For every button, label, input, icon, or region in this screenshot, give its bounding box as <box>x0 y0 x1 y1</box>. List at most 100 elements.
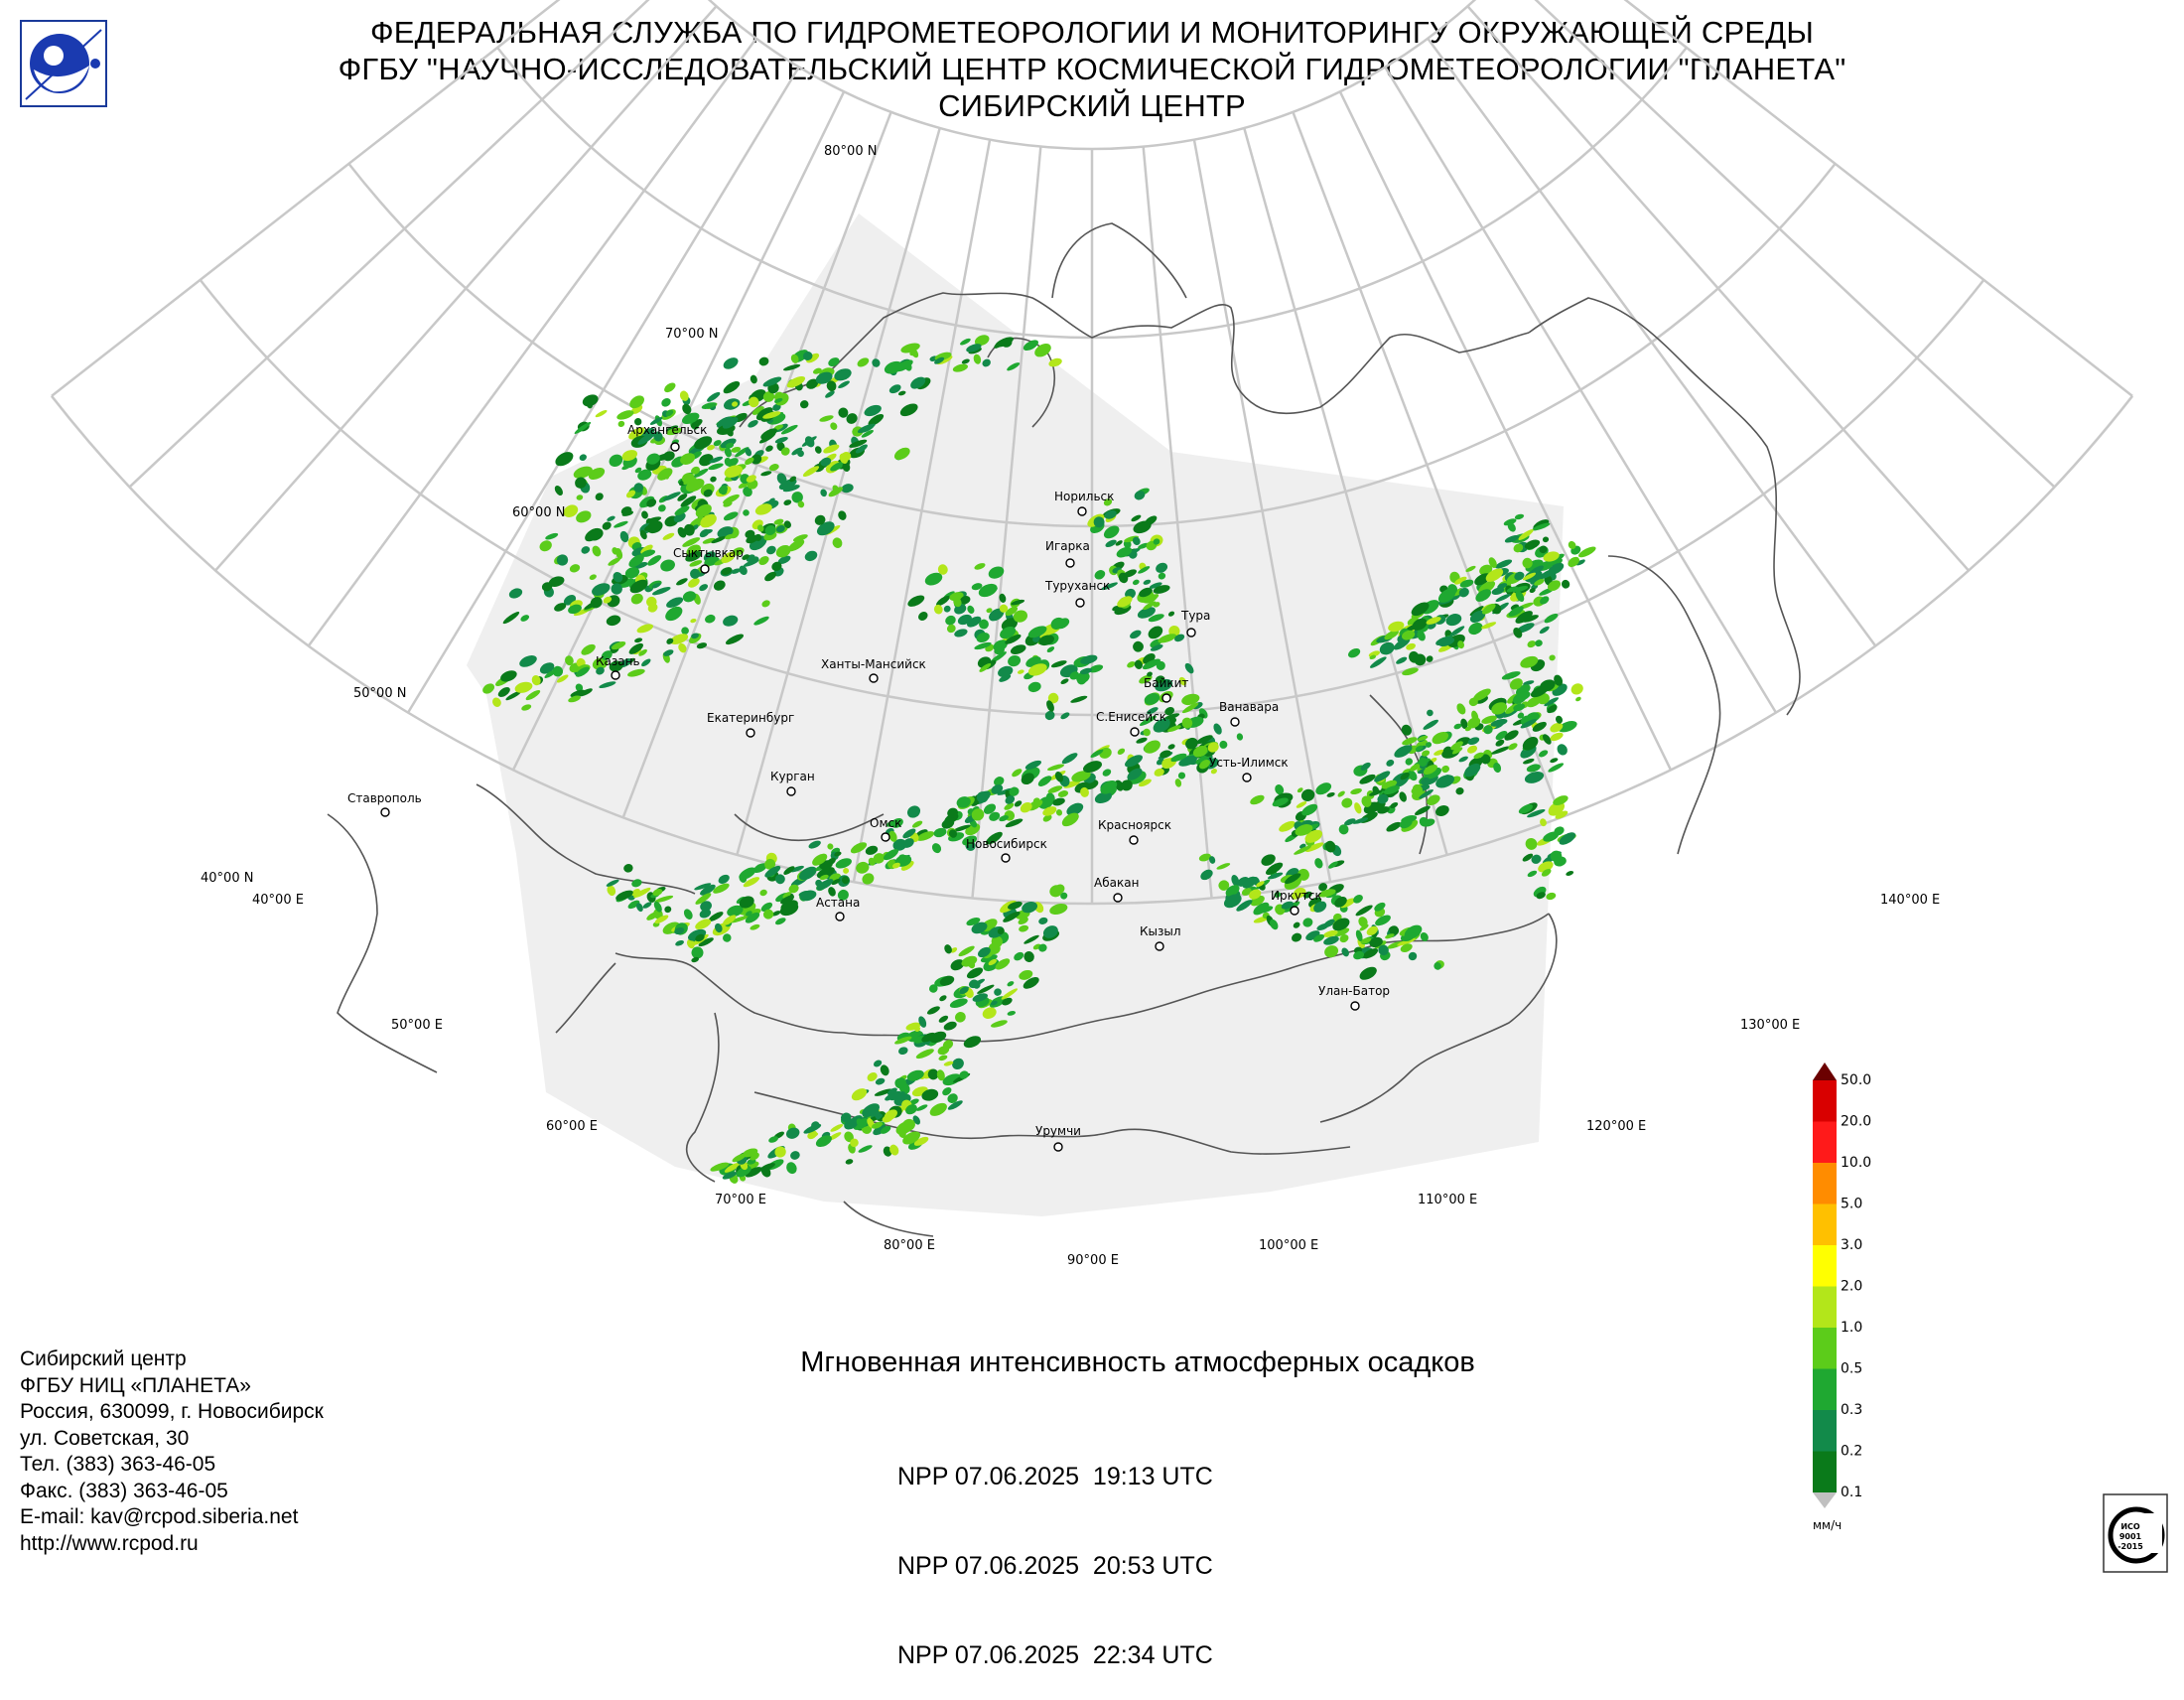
legend-label: 5.0 <box>1841 1197 1862 1212</box>
city-marker <box>611 670 620 680</box>
precip-cell <box>1557 744 1568 756</box>
legend-label: 50.0 <box>1841 1072 1871 1088</box>
lat-label-70: 70°00 N <box>665 327 718 342</box>
lat-label-40: 40°00 N <box>201 871 253 886</box>
legend-unit: мм/ч <box>1813 1518 1842 1532</box>
legend-color-box <box>1813 1451 1837 1492</box>
city-marker <box>1130 727 1140 737</box>
city-marker <box>380 807 390 817</box>
precip-cell <box>1568 556 1579 567</box>
pass-line: NPP 07.06.2025 19:13 UTC <box>897 1463 1213 1490</box>
city-label-astana: Астана <box>816 896 860 910</box>
lon-label-90: 90°00 E <box>1067 1253 1119 1268</box>
legend-label: 0.2 <box>1841 1444 1862 1460</box>
city-label-s-eniseysk: С.Енисейск <box>1096 710 1166 724</box>
legend-color-boxes <box>1813 1062 1837 1508</box>
city-label-tura: Тура <box>1180 609 1210 623</box>
meridian-line <box>1623 0 2133 397</box>
satellite-passes: NPP 07.06.2025 19:13 UTC NPP 07.06.2025 … <box>897 1402 1213 1700</box>
legend-color-box <box>1813 1410 1837 1452</box>
city-label-ust-ilimsk: Усть-Илимск <box>1209 756 1289 770</box>
city-marker <box>1350 1001 1360 1011</box>
legend-label: 0.3 <box>1841 1402 1862 1418</box>
precip-cell <box>661 397 671 407</box>
lon-label-50: 50°00 E <box>391 1018 443 1033</box>
lon-label-100: 100°00 E <box>1259 1238 1318 1253</box>
legend-color-box <box>1813 1245 1837 1287</box>
city-label-novosibirsk: Новосибирск <box>966 837 1047 851</box>
lon-label-140: 140°00 E <box>1880 893 1940 908</box>
city-label-urumqi: Урумчи <box>1035 1124 1081 1138</box>
lon-label-40: 40°00 E <box>252 893 304 908</box>
city-marker <box>1065 558 1075 568</box>
product-title: Мгновенная интенсивность атмосферных оса… <box>800 1346 1475 1378</box>
pass-line: NPP 07.06.2025 20:53 UTC <box>897 1552 1213 1580</box>
city-marker <box>1075 598 1085 608</box>
city-marker <box>700 564 710 574</box>
legend-color-box <box>1813 1286 1837 1328</box>
city-marker <box>835 912 845 921</box>
city-marker <box>881 832 890 842</box>
lon-label-80: 80°00 E <box>884 1238 935 1253</box>
city-label-irkutsk: Иркутск <box>1271 889 1322 903</box>
city-marker <box>746 728 755 738</box>
legend-label: 3.0 <box>1841 1237 1862 1253</box>
city-marker <box>869 673 879 683</box>
legend-overflow-triangle <box>1813 1062 1837 1080</box>
city-label-ulan-bator: Улан-Батор <box>1318 984 1390 998</box>
city-label-arkhangelsk: Архангельск <box>627 423 707 437</box>
contact-line: Россия, 630099, г. Новосибирск <box>20 1400 324 1423</box>
intensity-legend: 50.020.010.05.03.02.01.00.50.30.20.1 мм/… <box>1813 1062 1871 1532</box>
legend-label: 20.0 <box>1841 1114 1871 1130</box>
legend-label: 1.0 <box>1841 1320 1862 1336</box>
lon-label-130: 130°00 E <box>1740 1018 1800 1033</box>
precip-cell <box>1555 715 1564 724</box>
city-label-stavropol: Ставрополь <box>347 791 422 805</box>
lat-label-80: 80°00 N <box>824 144 877 159</box>
city-marker <box>786 786 796 796</box>
contact-line: ул. Советская, 30 <box>20 1426 190 1450</box>
iso-certification-badge: ИСО 9001 -2015 <box>2103 1493 2168 1573</box>
city-label-krasnoyarsk: Красноярск <box>1098 818 1171 832</box>
legend-color-box <box>1813 1080 1837 1122</box>
city-marker <box>1129 835 1139 845</box>
meridian-line <box>128 0 650 489</box>
precip-cell <box>1570 683 1583 695</box>
contact-line: Факс. (383) 363-46-05 <box>20 1479 228 1502</box>
pass-line: NPP 07.06.2025 22:34 UTC <box>897 1641 1213 1669</box>
legend-color-box <box>1813 1204 1837 1245</box>
city-label-khanty-mansiysk: Ханты-Мансийск <box>821 657 926 671</box>
precip-cell <box>1561 579 1570 589</box>
legend-label: 0.1 <box>1841 1485 1862 1500</box>
city-marker <box>1053 1142 1063 1152</box>
city-label-kyzyl: Кызыл <box>1140 924 1181 938</box>
city-marker <box>670 442 680 452</box>
city-marker <box>1186 628 1196 638</box>
precip-cell <box>723 357 739 369</box>
legend-labels: 50.020.010.05.03.02.01.00.50.30.20.1 <box>1841 1072 1871 1500</box>
legend-color-box <box>1813 1163 1837 1204</box>
lon-label-60: 60°00 E <box>546 1119 598 1134</box>
precip-cell <box>1575 696 1581 702</box>
lon-label-110: 110°00 E <box>1418 1193 1477 1207</box>
precip-cell <box>595 410 608 418</box>
precip-cell <box>582 394 599 407</box>
parallel-line <box>707 0 1477 151</box>
legend-label: 10.0 <box>1841 1155 1871 1171</box>
legend-label: 2.0 <box>1841 1279 1862 1295</box>
city-marker <box>1242 773 1252 782</box>
precip-cell <box>1578 546 1596 558</box>
meridian-line <box>1534 0 2056 489</box>
city-marker <box>1077 506 1087 516</box>
city-marker <box>1113 893 1123 903</box>
city-label-ekaterinburg: Екатеринбург <box>707 711 794 725</box>
legend-underflow-triangle <box>1813 1492 1837 1508</box>
contact-line: http://www.rcpod.ru <box>20 1531 199 1555</box>
meridian-line <box>1466 5 1970 572</box>
city-label-abakan: Абакан <box>1094 876 1139 890</box>
contact-line: E-mail: kav@rcpod.siberia.net <box>20 1505 299 1528</box>
city-label-norilsk: Норильск <box>1054 490 1114 503</box>
city-label-kurgan: Курган <box>770 770 815 783</box>
city-label-vanavara: Ванавара <box>1219 700 1279 714</box>
contact-line: Тел. (383) 363-46-05 <box>20 1453 216 1476</box>
